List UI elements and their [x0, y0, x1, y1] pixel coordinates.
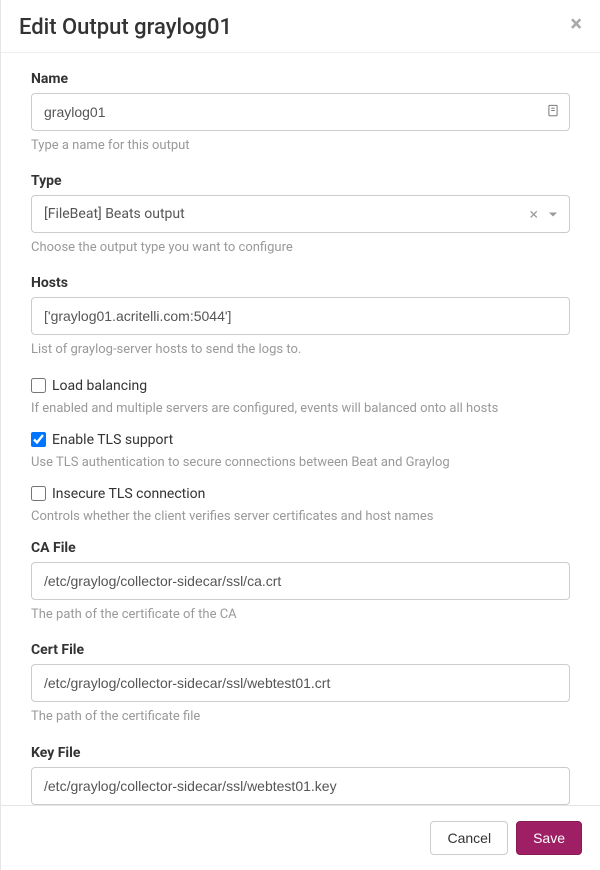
type-select[interactable]: [FileBeat] Beats output	[31, 195, 570, 233]
cert-file-input[interactable]	[31, 664, 570, 702]
cert-file-group: Cert File The path of the certificate fi…	[31, 642, 570, 726]
enable-tls-group: Enable TLS support Use TLS authenticatio…	[31, 432, 570, 472]
ca-file-label: CA File	[31, 540, 570, 556]
hosts-group: Hosts List of graylog-server hosts to se…	[31, 275, 570, 359]
modal-body: Name Type a name for this output Type [F…	[1, 53, 600, 805]
insecure-tls-label: Insecure TLS connection	[52, 486, 205, 502]
name-help: Type a name for this output	[31, 137, 570, 155]
load-balancing-checkbox[interactable]	[31, 378, 46, 393]
key-file-label: Key File	[31, 745, 570, 761]
chevron-down-icon[interactable]	[548, 205, 558, 224]
load-balancing-group: Load balancing If enabled and multiple s…	[31, 378, 570, 418]
clear-icon[interactable]: ×	[529, 205, 538, 224]
key-file-group: Key File The path of the key file	[31, 745, 570, 806]
edit-output-modal: Edit Output graylog01 × Name Type a name…	[1, 0, 600, 870]
modal-footer: Cancel Save	[1, 805, 600, 870]
type-select-value: [FileBeat] Beats output	[44, 206, 185, 222]
cert-file-help: The path of the certificate file	[31, 708, 570, 726]
ca-file-group: CA File The path of the certificate of t…	[31, 540, 570, 624]
type-label: Type	[31, 173, 570, 189]
enable-tls-label: Enable TLS support	[52, 432, 173, 448]
close-icon[interactable]: ×	[570, 14, 582, 36]
load-balancing-label: Load balancing	[52, 378, 147, 394]
name-group: Name Type a name for this output	[31, 71, 570, 155]
type-group: Type [FileBeat] Beats output × Choose th…	[31, 173, 570, 257]
name-label: Name	[31, 71, 570, 87]
ca-file-input[interactable]	[31, 562, 570, 600]
modal-title: Edit Output graylog01	[19, 15, 582, 40]
hosts-label: Hosts	[31, 275, 570, 291]
save-button[interactable]: Save	[516, 821, 582, 855]
cert-file-label: Cert File	[31, 642, 570, 658]
hosts-help: List of graylog-server hosts to send the…	[31, 341, 570, 359]
contacts-icon	[546, 103, 560, 122]
cancel-button[interactable]: Cancel	[430, 821, 508, 855]
name-input[interactable]	[31, 93, 570, 131]
insecure-tls-help: Controls whether the client verifies ser…	[31, 508, 570, 526]
insecure-tls-group: Insecure TLS connection Controls whether…	[31, 486, 570, 526]
key-file-input[interactable]	[31, 767, 570, 805]
type-help: Choose the output type you want to confi…	[31, 239, 570, 257]
load-balancing-help: If enabled and multiple servers are conf…	[31, 400, 570, 418]
enable-tls-help: Use TLS authentication to secure connect…	[31, 454, 570, 472]
enable-tls-checkbox[interactable]	[31, 432, 46, 447]
ca-file-help: The path of the certificate of the CA	[31, 606, 570, 624]
insecure-tls-checkbox[interactable]	[31, 486, 46, 501]
modal-header: Edit Output graylog01 ×	[1, 0, 600, 53]
hosts-input[interactable]	[31, 297, 570, 335]
